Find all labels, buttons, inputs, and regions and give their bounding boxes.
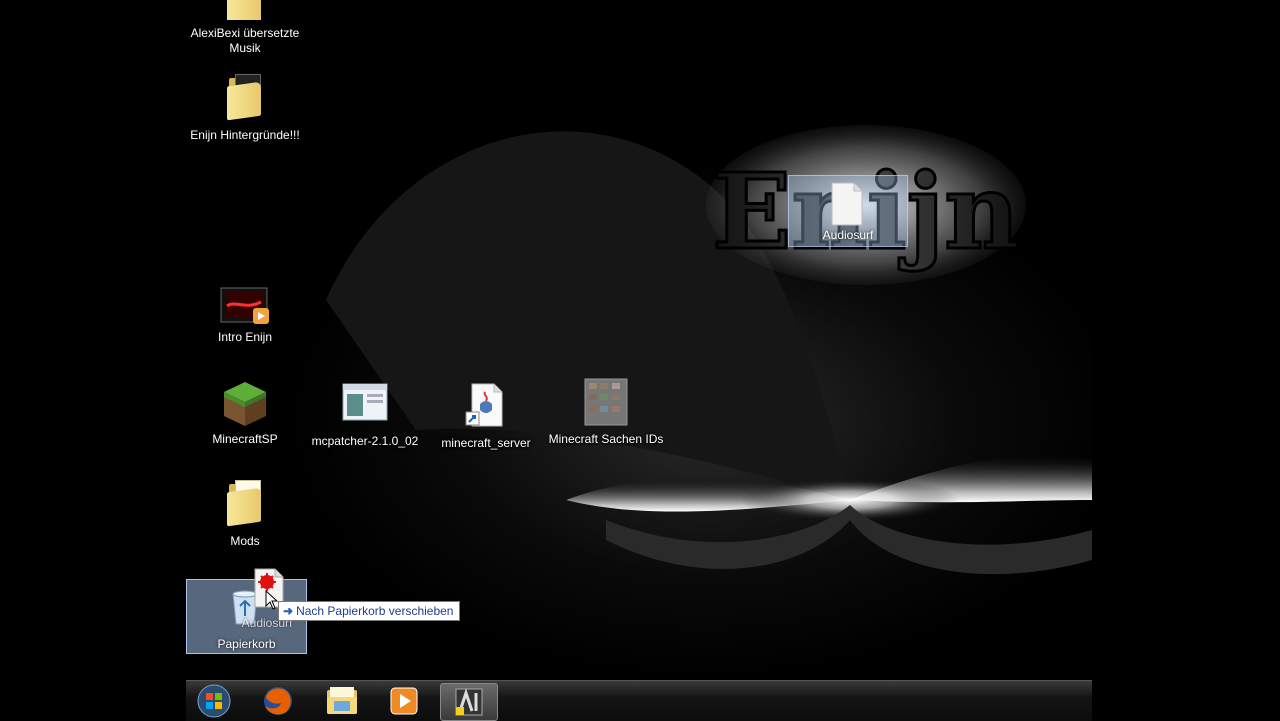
active-app-icon <box>455 688 483 716</box>
mouse-cursor-icon <box>265 590 279 610</box>
desktop-icon-minecraftsp[interactable]: MinecraftSP <box>185 380 305 447</box>
document-icon <box>831 182 863 226</box>
java-shortcut-icon <box>465 383 503 427</box>
video-icon <box>220 287 269 324</box>
desktop-icon-label: Enijn Hintergründe!!! <box>190 128 300 142</box>
taskbar-media-player[interactable] <box>376 683 432 719</box>
arrow-right-icon: ➜ <box>283 604 294 618</box>
desktop-icon-mcpatcher[interactable]: mcpatcher-2.1.0_02 <box>305 382 425 449</box>
minecraft-grass-block-icon <box>224 382 266 426</box>
desktop-icon-label: minecraft_server <box>441 436 531 450</box>
desktop-icon-mods[interactable]: Mods <box>185 480 305 549</box>
drag-tooltip: ➜ Nach Papierkorb verschieben <box>278 601 461 621</box>
start-button[interactable] <box>186 683 242 719</box>
media-player-icon <box>390 687 418 715</box>
folder-icon <box>227 74 263 121</box>
image-thumbnail-icon <box>584 378 628 426</box>
desktop-icon-intro-enijn[interactable]: Intro Enijn <box>185 286 305 345</box>
desktop-icon-label: Mods <box>230 534 260 548</box>
taskbar-explorer[interactable] <box>314 683 370 719</box>
drag-ghost: Audiosurf <box>788 175 908 247</box>
desktop-icon-label: MinecraftSP <box>212 432 278 446</box>
application-window-icon <box>342 383 388 421</box>
taskbar <box>186 680 1092 721</box>
desktop-icon-minecraft-server[interactable]: minecraft_server <box>426 382 546 451</box>
taskbar-firefox[interactable] <box>250 683 306 719</box>
firefox-icon <box>264 687 292 715</box>
desktop-icon-label: mcpatcher-2.1.0_02 <box>311 434 419 448</box>
drag-tooltip-text: Nach Papierkorb verschieben <box>296 604 454 618</box>
folder-icon <box>227 0 263 20</box>
desktop-icon-label: Minecraft Sachen IDs <box>548 432 664 446</box>
windows-start-icon <box>197 684 231 718</box>
taskbar-active-app[interactable] <box>440 683 498 721</box>
folder-icon <box>227 480 263 527</box>
desktop-icon-minecraft-sachen-ids[interactable]: Minecraft Sachen IDs <box>546 378 666 447</box>
file-explorer-icon <box>327 687 357 714</box>
desktop-icon-label: AlexiBexi übersetzte Musik <box>190 26 300 55</box>
desktop-icon-label: Intro Enijn <box>217 330 273 344</box>
desktop-icon-alexibexi-folder[interactable]: AlexiBexi übersetzte Musik <box>185 0 305 56</box>
desktop-icon-label: Papierkorb <box>217 637 276 651</box>
drag-ghost-label: Audiosurf <box>822 228 874 242</box>
desktop-icon-enijn-hintergruende[interactable]: Enijn Hintergründe!!! <box>185 74 305 143</box>
